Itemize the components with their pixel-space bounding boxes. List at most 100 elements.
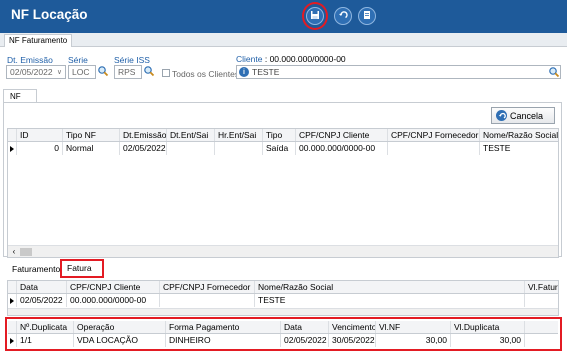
column-header[interactable]: Tipo NF <box>63 129 120 141</box>
table-cell: 02/05/2022 <box>281 334 329 347</box>
cancel-button-label: Cancela <box>510 110 544 121</box>
search-icon <box>97 66 109 79</box>
duplicata-grid: Nº.Duplicata Operação Forma Pagamento Da… <box>8 321 558 349</box>
fatura-grid: Data CPF/CNPJ Cliente CPF/CNPJ Fornecedo… <box>7 280 559 316</box>
nf-grid-scrollbar[interactable]: ‹ <box>8 245 558 257</box>
table-row[interactable]: 0 Normal 02/05/2022 Saída 00.000.000/000… <box>8 142 558 155</box>
column-header[interactable]: Dt.Ent/Sai <box>167 129 215 141</box>
chevron-down-icon: ∨ <box>56 69 62 76</box>
save-button[interactable] <box>306 7 324 25</box>
table-cell: 30/05/2022 <box>329 334 376 347</box>
cliente-code: : 00.000.000/0000-00 <box>264 54 346 64</box>
serie-label: Série <box>68 55 88 65</box>
column-header[interactable]: Dt.Emissão <box>120 129 167 141</box>
table-cell <box>388 142 480 155</box>
tab-strip <box>0 33 567 47</box>
table-cell: 00.000.000/0000-00 <box>296 142 388 155</box>
table-row[interactable]: 1/1 VDA LOCAÇÃO DINHEIRO 02/05/2022 30/0… <box>8 334 558 347</box>
todos-clientes-label: Todos os Clientes <box>172 69 240 79</box>
undo-icon <box>496 110 507 121</box>
column-header[interactable]: Data <box>281 321 329 333</box>
column-header[interactable]: ID <box>17 129 63 141</box>
save-icon <box>310 10 320 22</box>
column-header[interactable]: CPF/CNPJ Fornecedor <box>160 281 255 293</box>
tab-nf[interactable]: NF <box>3 89 37 103</box>
dt-emissao-label: Dt. Emissão <box>7 55 53 65</box>
column-header[interactable]: Forma Pagamento <box>166 321 281 333</box>
table-cell <box>215 142 263 155</box>
table-cell: 00.000.000/0000-00 <box>67 294 160 307</box>
table-cell: VDA LOCAÇÃO <box>74 334 166 347</box>
document-icon <box>362 10 372 22</box>
info-icon: i <box>239 67 249 77</box>
column-header[interactable]: Data <box>17 281 67 293</box>
table-cell: 02/05/2022 <box>17 294 67 307</box>
duplicata-grid-header: Nº.Duplicata Operação Forma Pagamento Da… <box>8 321 558 334</box>
column-header[interactable]: CPF/CNPJ Cliente <box>296 129 388 141</box>
dt-emissao-field[interactable]: 02/05/2022 ∨ <box>6 65 66 79</box>
nf-grid: ID Tipo NF Dt.Emissão Dt.Ent/Sai Hr.Ent/… <box>7 128 559 258</box>
cliente-field[interactable]: i TESTE <box>236 65 561 79</box>
column-header[interactable]: Nome/Razão Social <box>480 129 558 141</box>
table-cell: 30,00 <box>451 334 525 347</box>
column-header[interactable]: Nome/Razão Social <box>255 281 525 293</box>
tab-nf-faturamento[interactable]: NF Faturamento <box>4 34 73 47</box>
column-header[interactable]: Tipo <box>263 129 296 141</box>
window-title: NF Locação <box>11 7 88 22</box>
row-indicator-arrow-icon <box>8 334 17 347</box>
serie-input[interactable]: LOC <box>68 65 96 79</box>
cliente-label: Cliente <box>236 54 263 64</box>
undo-button[interactable] <box>334 7 352 25</box>
column-header[interactable]: Vencimento <box>329 321 376 333</box>
table-cell: 02/05/2022 <box>120 142 167 155</box>
column-header[interactable]: Vl.NF <box>376 321 451 333</box>
search-icon <box>143 66 155 79</box>
table-cell: Normal <box>63 142 120 155</box>
row-indicator-header <box>8 129 17 141</box>
undo-icon <box>338 10 348 22</box>
fatura-grid-header: Data CPF/CNPJ Cliente CPF/CNPJ Fornecedo… <box>8 281 558 294</box>
row-indicator-arrow-icon <box>8 294 17 307</box>
table-row[interactable]: 02/05/2022 00.000.000/0000-00 TESTE <box>8 294 558 307</box>
scroll-left-icon[interactable]: ‹ <box>8 247 20 256</box>
table-cell <box>167 142 215 155</box>
table-cell: 30,00 <box>376 334 451 347</box>
serie-iss-search-button[interactable] <box>143 65 155 79</box>
serie-iss-label: Série ISS <box>114 55 150 65</box>
row-indicator-header <box>8 321 17 333</box>
todos-clientes-checkbox[interactable] <box>162 69 170 77</box>
dt-emissao-value: 02/05/2022 <box>10 67 53 77</box>
table-cell: Saída <box>263 142 296 155</box>
serie-search-button[interactable] <box>97 65 109 79</box>
title-bar: NF Locação <box>0 0 567 33</box>
cancel-button[interactable]: Cancela <box>491 107 555 124</box>
nf-grid-header: ID Tipo NF Dt.Emissão Dt.Ent/Sai Hr.Ent/… <box>8 129 558 142</box>
serie-value: LOC <box>72 67 90 77</box>
fatura-grid-scrollbar[interactable] <box>8 308 558 315</box>
column-header[interactable]: CPF/CNPJ Fornecedor <box>388 129 480 141</box>
table-cell <box>525 294 558 307</box>
table-cell <box>160 294 255 307</box>
cliente-header: Cliente : 00.000.000/0000-00 <box>236 54 346 64</box>
column-header[interactable]: Hr.Ent/Sai <box>215 129 263 141</box>
table-cell: DINHEIRO <box>166 334 281 347</box>
tab-faturamento[interactable]: Faturamento <box>12 264 60 274</box>
scrollbar-thumb[interactable] <box>20 247 32 256</box>
column-header[interactable]: Operação <box>74 321 166 333</box>
column-header[interactable]: Nº.Duplicata <box>17 321 74 333</box>
cliente-name: TESTE <box>252 67 280 77</box>
column-header[interactable]: Vl.Fatura <box>525 281 558 293</box>
table-cell: 0 <box>17 142 63 155</box>
cliente-search-button[interactable] <box>548 66 560 80</box>
row-indicator-arrow-icon <box>8 142 17 155</box>
column-header[interactable]: Vl.Duplicata <box>451 321 525 333</box>
table-cell: TESTE <box>255 294 525 307</box>
document-button[interactable] <box>358 7 376 25</box>
serie-iss-input[interactable]: RPS <box>114 65 142 79</box>
column-header[interactable]: CPF/CNPJ Cliente <box>67 281 160 293</box>
table-cell: 1/1 <box>17 334 74 347</box>
table-cell: TESTE <box>483 143 511 153</box>
tab-fatura[interactable]: Fatura <box>64 262 95 275</box>
serie-iss-value: RPS <box>118 67 136 77</box>
search-icon <box>548 67 560 80</box>
